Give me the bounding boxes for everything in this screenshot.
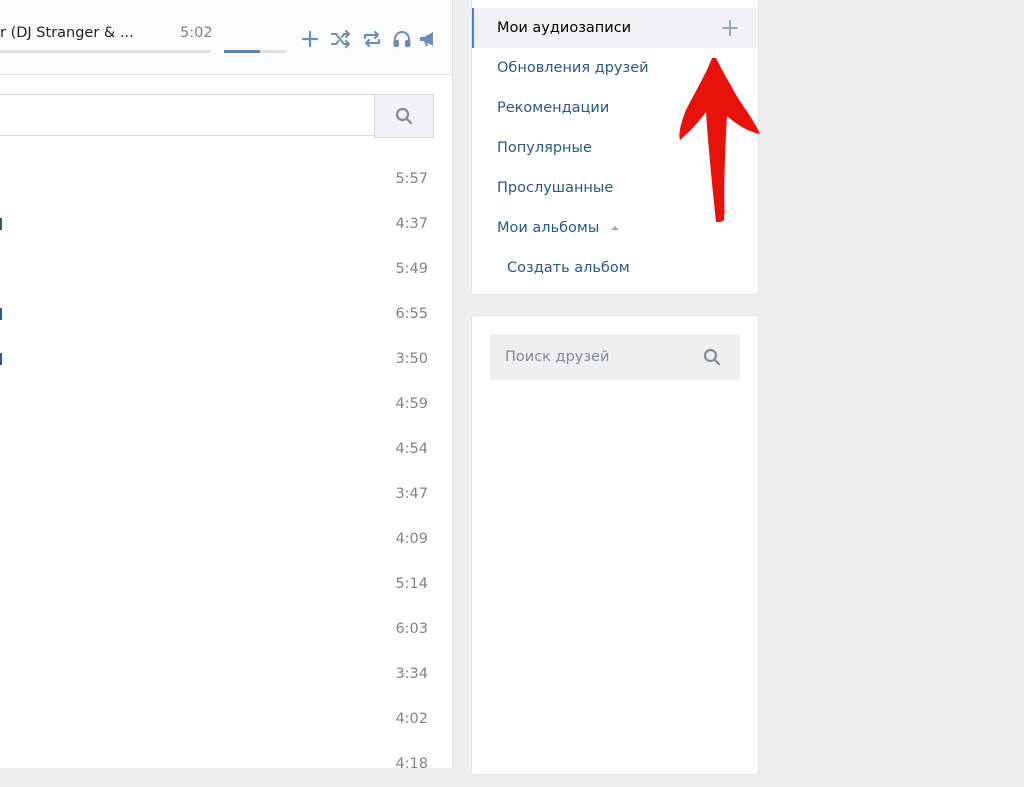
menu-item-label: Мои альбомы (497, 220, 600, 236)
audio-player: r (DJ Stranger & ... 5:02 (0, 0, 452, 75)
track-duration: 4:59 (395, 396, 428, 412)
red-arrow-annotation (679, 58, 760, 222)
repeat-button[interactable] (361, 28, 383, 50)
menu-item-label: Популярные (497, 140, 592, 156)
track-duration: 4:09 (395, 531, 428, 547)
track-duration: 4:02 (395, 711, 428, 727)
add-track-button[interactable] (299, 28, 321, 50)
audio-search-input[interactable] (0, 94, 374, 136)
track-progress-bar[interactable] (0, 50, 211, 53)
headphones-button[interactable] (391, 28, 413, 50)
track-title-edge (0, 218, 2, 230)
track-duration: 3:34 (395, 666, 428, 682)
track-duration: 3:47 (395, 486, 428, 502)
repeat-icon (364, 31, 380, 47)
track-row[interactable]: 5:57 (0, 157, 440, 202)
menu-item-create-album[interactable]: Создать альбом (472, 248, 758, 288)
menu-item-my-audio[interactable]: Мои аудиозаписи (472, 8, 758, 48)
friend-search-box (490, 334, 740, 380)
menu-item-label: Рекомендации (497, 100, 610, 116)
track-duration: 5:49 (395, 261, 428, 277)
track-row[interactable]: 4:59 (0, 382, 440, 427)
track-row[interactable]: 5:49 (0, 247, 440, 292)
current-track-title[interactable]: r (DJ Stranger & ... (0, 25, 134, 41)
track-duration: 5:57 (395, 171, 428, 187)
search-icon[interactable] (702, 347, 722, 367)
plus-icon[interactable] (720, 18, 740, 38)
menu-item-label: Прослушанные (497, 180, 614, 196)
volume-fill (224, 50, 260, 53)
track-row[interactable]: 4:02 (0, 697, 440, 742)
friends-panel (471, 315, 759, 775)
track-duration: 4:18 (395, 756, 428, 772)
track-row[interactable]: 4:09 (0, 517, 440, 562)
shuffle-icon (331, 30, 350, 48)
track-row[interactable]: 4:54 (0, 427, 440, 472)
audio-main-panel: r (DJ Stranger & ... 5:02 5:57 4:37 5:49 (0, 0, 453, 772)
track-title-edge (0, 353, 2, 365)
track-row[interactable]: 6:55 (0, 292, 440, 337)
track-duration: 5:14 (395, 576, 428, 592)
friend-search-input[interactable] (490, 334, 690, 380)
plus-icon (301, 30, 319, 48)
track-duration: 3:50 (395, 351, 428, 367)
volume-slider[interactable] (224, 50, 286, 53)
track-row[interactable]: 4:18 (0, 742, 440, 787)
headphones-icon (393, 31, 411, 47)
track-duration: 6:55 (395, 306, 428, 322)
track-row[interactable]: 3:50 (0, 337, 440, 382)
broadcast-icon (420, 32, 433, 46)
search-icon (395, 107, 413, 125)
menu-item-label: Мои аудиозаписи (497, 20, 632, 36)
shuffle-button[interactable] (329, 28, 351, 50)
track-row[interactable]: 6:03 (0, 607, 440, 652)
track-duration: 6:03 (395, 621, 428, 637)
track-duration: 4:54 (395, 441, 428, 457)
track-row[interactable]: 3:34 (0, 652, 440, 697)
track-duration: 4:37 (395, 216, 428, 232)
track-row[interactable]: 4:37 (0, 202, 440, 247)
broadcast-button[interactable] (417, 28, 439, 50)
track-row[interactable]: 3:47 (0, 472, 440, 517)
track-title-edge (0, 308, 2, 320)
menu-item-label: Обновления друзей (497, 60, 649, 76)
audio-search-button[interactable] (374, 94, 434, 138)
current-track-duration[interactable]: 5:02 (180, 25, 213, 41)
caret-up-icon (610, 226, 619, 230)
menu-item-label: Создать альбом (507, 260, 630, 276)
track-row[interactable]: 5:14 (0, 562, 440, 607)
track-list: 5:57 4:37 5:49 6:55 3:50 4:59 4:54 3:47 … (0, 157, 440, 787)
audio-search-row (0, 94, 434, 138)
